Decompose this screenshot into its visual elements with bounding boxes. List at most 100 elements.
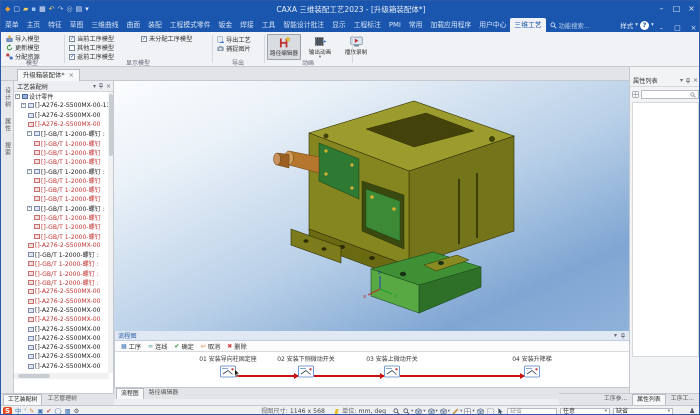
assistant-icon[interactable]: ♟ [689,406,695,415]
ribbon-tab[interactable]: 菜单 [1,18,23,32]
tree-item[interactable]: []-GB/T 1-2000-螺钉 [14,222,109,231]
ime-logo-icon[interactable]: S [3,407,12,415]
tree-item[interactable]: - []-GB/T 1-2000-螺钉 : [14,129,109,138]
panel-tab[interactable]: 工艺装配树 [3,394,42,405]
tree-item[interactable]: []-A276-2-S500MX-00 [14,120,109,129]
view-tool-button[interactable]: ▾ [452,408,462,415]
flow-node-icon[interactable] [298,365,314,378]
vertical-tab[interactable]: 设计树 [3,87,12,108]
tree-item[interactable]: []-GB/T 1-2000-螺钉 [14,148,109,157]
tree-item[interactable]: - 设计零件 [14,92,109,101]
ribbon-tab[interactable]: 工程模式零件 [166,18,215,32]
tree-item[interactable]: []-A276-2-S500MX-00 [14,362,109,371]
view-tool-button[interactable]: ▾ [464,408,474,415]
tree-item[interactable]: []-GB/T 1-2000-螺钉 : [14,259,109,268]
tree-item[interactable]: - []-A276-2-S500MX-00-13 [14,101,109,110]
flow-node[interactable]: 01 安装导向柱固定座 [183,354,273,382]
tree-expander-icon[interactable]: - [27,131,32,136]
toolbar-big-button[interactable]: 路径编辑器 [267,34,301,60]
view-tool-button[interactable]: ▾ [403,408,413,415]
ribbon-tab[interactable]: 曲面 [123,18,145,32]
ime-icon[interactable]: 中 [15,406,21,415]
tree-item[interactable]: []-GB/T 1-2000-螺钉 : [14,250,109,259]
toolbar-big-button[interactable]: 输出动画 ▾ [303,34,337,60]
tree-item[interactable]: []-GB/T 1-2000-螺钉 [14,231,109,240]
toolbar-small-button[interactable]: 捕捉图片 [217,44,251,52]
toolbar-small-button[interactable]: 更新模型 [6,43,40,51]
flow-dropdown-icon[interactable]: ▾ [614,332,617,339]
view-tool-button[interactable]: ▾ [428,408,438,415]
document-tab[interactable]: 升级箱装配体* × [17,69,80,81]
tree-item[interactable]: []-A276-2-S500MX-00 [14,315,109,324]
flow-node[interactable]: 04 安装升降梯 [487,354,577,382]
style-dropdown-icon[interactable]: ▾ [635,22,638,28]
ribbon-tab[interactable]: 显示 [328,18,350,32]
ribbon-tab[interactable]: 用户中心 [475,18,510,32]
panel-tab[interactable]: 工艺管理树 [42,393,81,405]
display-model-checkbox[interactable]: ✓ 未分配工序模型 [141,34,192,43]
toolbar-small-button[interactable]: 导入模型 [6,34,40,42]
ribbon-tab[interactable]: 三维曲线 [87,18,122,32]
flow-canvas[interactable]: 01 安装导向柱固定座 02 安装下侧微动开关 03 安装上微动开关 [115,352,629,386]
tree-expander-icon[interactable]: - [21,103,26,108]
ime-icon[interactable]: ▦ [65,406,71,415]
ribbon-tab[interactable]: 装配 [144,18,166,32]
tree-item[interactable]: []-A276-2-S500MX-00 [14,334,109,343]
flow-tool-button[interactable]: ▦ 工序 [121,342,141,351]
ribbon-tab[interactable]: 工具 [258,18,280,32]
panel-dropdown-icon[interactable]: ▾ [680,77,683,84]
ribbon-tab[interactable]: 焊接 [236,18,258,32]
panel-dropdown-icon[interactable]: ▾ [93,83,96,90]
style-button[interactable]: 样式 [620,20,633,30]
tree-item[interactable]: []-A276-2-S500MX-00 [14,352,109,361]
flow-tool-button[interactable]: ✔ 确定 [174,342,193,351]
property-search-input[interactable] [641,90,699,99]
function-search[interactable]: 功能搜索... [550,18,590,32]
flow-tool-button[interactable]: ∞ 连线 [148,342,167,351]
tab-close-icon[interactable]: × [69,70,74,81]
tree-item[interactable]: []-A276-2-S500MX-00 [14,287,109,296]
tree-item[interactable]: - []-GB/T 1-2000-螺钉 : [14,166,109,175]
panel-tab[interactable]: 工序工... [666,393,699,405]
doc-close-button[interactable]: × [688,21,699,32]
panel-tab[interactable]: 路径编辑器 [144,387,183,399]
ime-icon[interactable]: ✎ [29,406,34,415]
tree-item[interactable]: []-GB/T 1-2000-螺钉 [14,138,109,147]
quick-access-icon[interactable]: ↶ [49,1,55,17]
view-tool-button[interactable]: ▾ [440,408,450,415]
tree-item[interactable]: []-GB/T 1-2000-螺钉 [14,176,109,185]
tree-vertical-scrollbar[interactable] [108,92,113,373]
filter-icon[interactable] [632,91,639,98]
tree-item[interactable]: []-GB/T 1-2000-螺钉 [14,194,109,203]
tree-item[interactable]: []-A276-2-S500MX-00 [14,241,109,250]
tree-item[interactable]: []-A276-2-S500MX-00 [14,111,109,120]
tree-item[interactable]: - []-GB/T 1-2000-螺钉 : [14,204,109,213]
toolbar-small-button[interactable]: 导出工艺 [217,35,251,43]
pin-icon[interactable] [620,333,626,339]
quick-access-icon[interactable]: ◆ [5,1,10,17]
ribbon-tab[interactable]: 加载应用程序 [426,18,475,32]
tree-expander-icon[interactable]: - [15,94,20,99]
vertical-tab[interactable]: 搜索 [3,142,12,156]
toolbar-big-button[interactable]: 播放录制 [339,34,373,60]
ribbon-tab[interactable]: 钣金 [215,18,237,32]
display-model-checkbox[interactable]: ✓ 当前工序模型 [69,34,114,43]
filter-combo[interactable]: 缺省 [507,408,557,415]
tree-item[interactable]: []-GB/T 1-2000-螺钉 [14,157,109,166]
tree-item[interactable]: []-A276-2-S500MX-00 [14,297,109,306]
restore-button[interactable]: □ [669,1,684,17]
tree-item[interactable]: []-A276-2-S500MX-00 [14,343,109,352]
panel-tab[interactable]: 属性列表 [632,394,666,405]
view-tool-button[interactable] [497,408,505,415]
flow-node[interactable]: 02 安装下侧微动开关 [261,354,351,382]
tree-item[interactable]: []-GB/T 1-2000-螺钉 [14,213,109,222]
ribbon-tab[interactable]: 三维工艺 [510,18,545,32]
flow-node[interactable]: 03 安装上微动开关 [347,354,437,382]
flow-node-icon[interactable] [524,365,540,378]
ribbon-tab[interactable]: 常用 [405,18,427,32]
vertical-tab[interactable]: 属性 [3,118,12,132]
close-button[interactable]: × [684,1,699,17]
tree-item[interactable]: []-GB/T 1-2000-螺钉 [14,185,109,194]
ribbon-tab[interactable]: 智能设计批注 [279,18,328,32]
ribbon-tab[interactable]: 特征 [44,18,66,32]
